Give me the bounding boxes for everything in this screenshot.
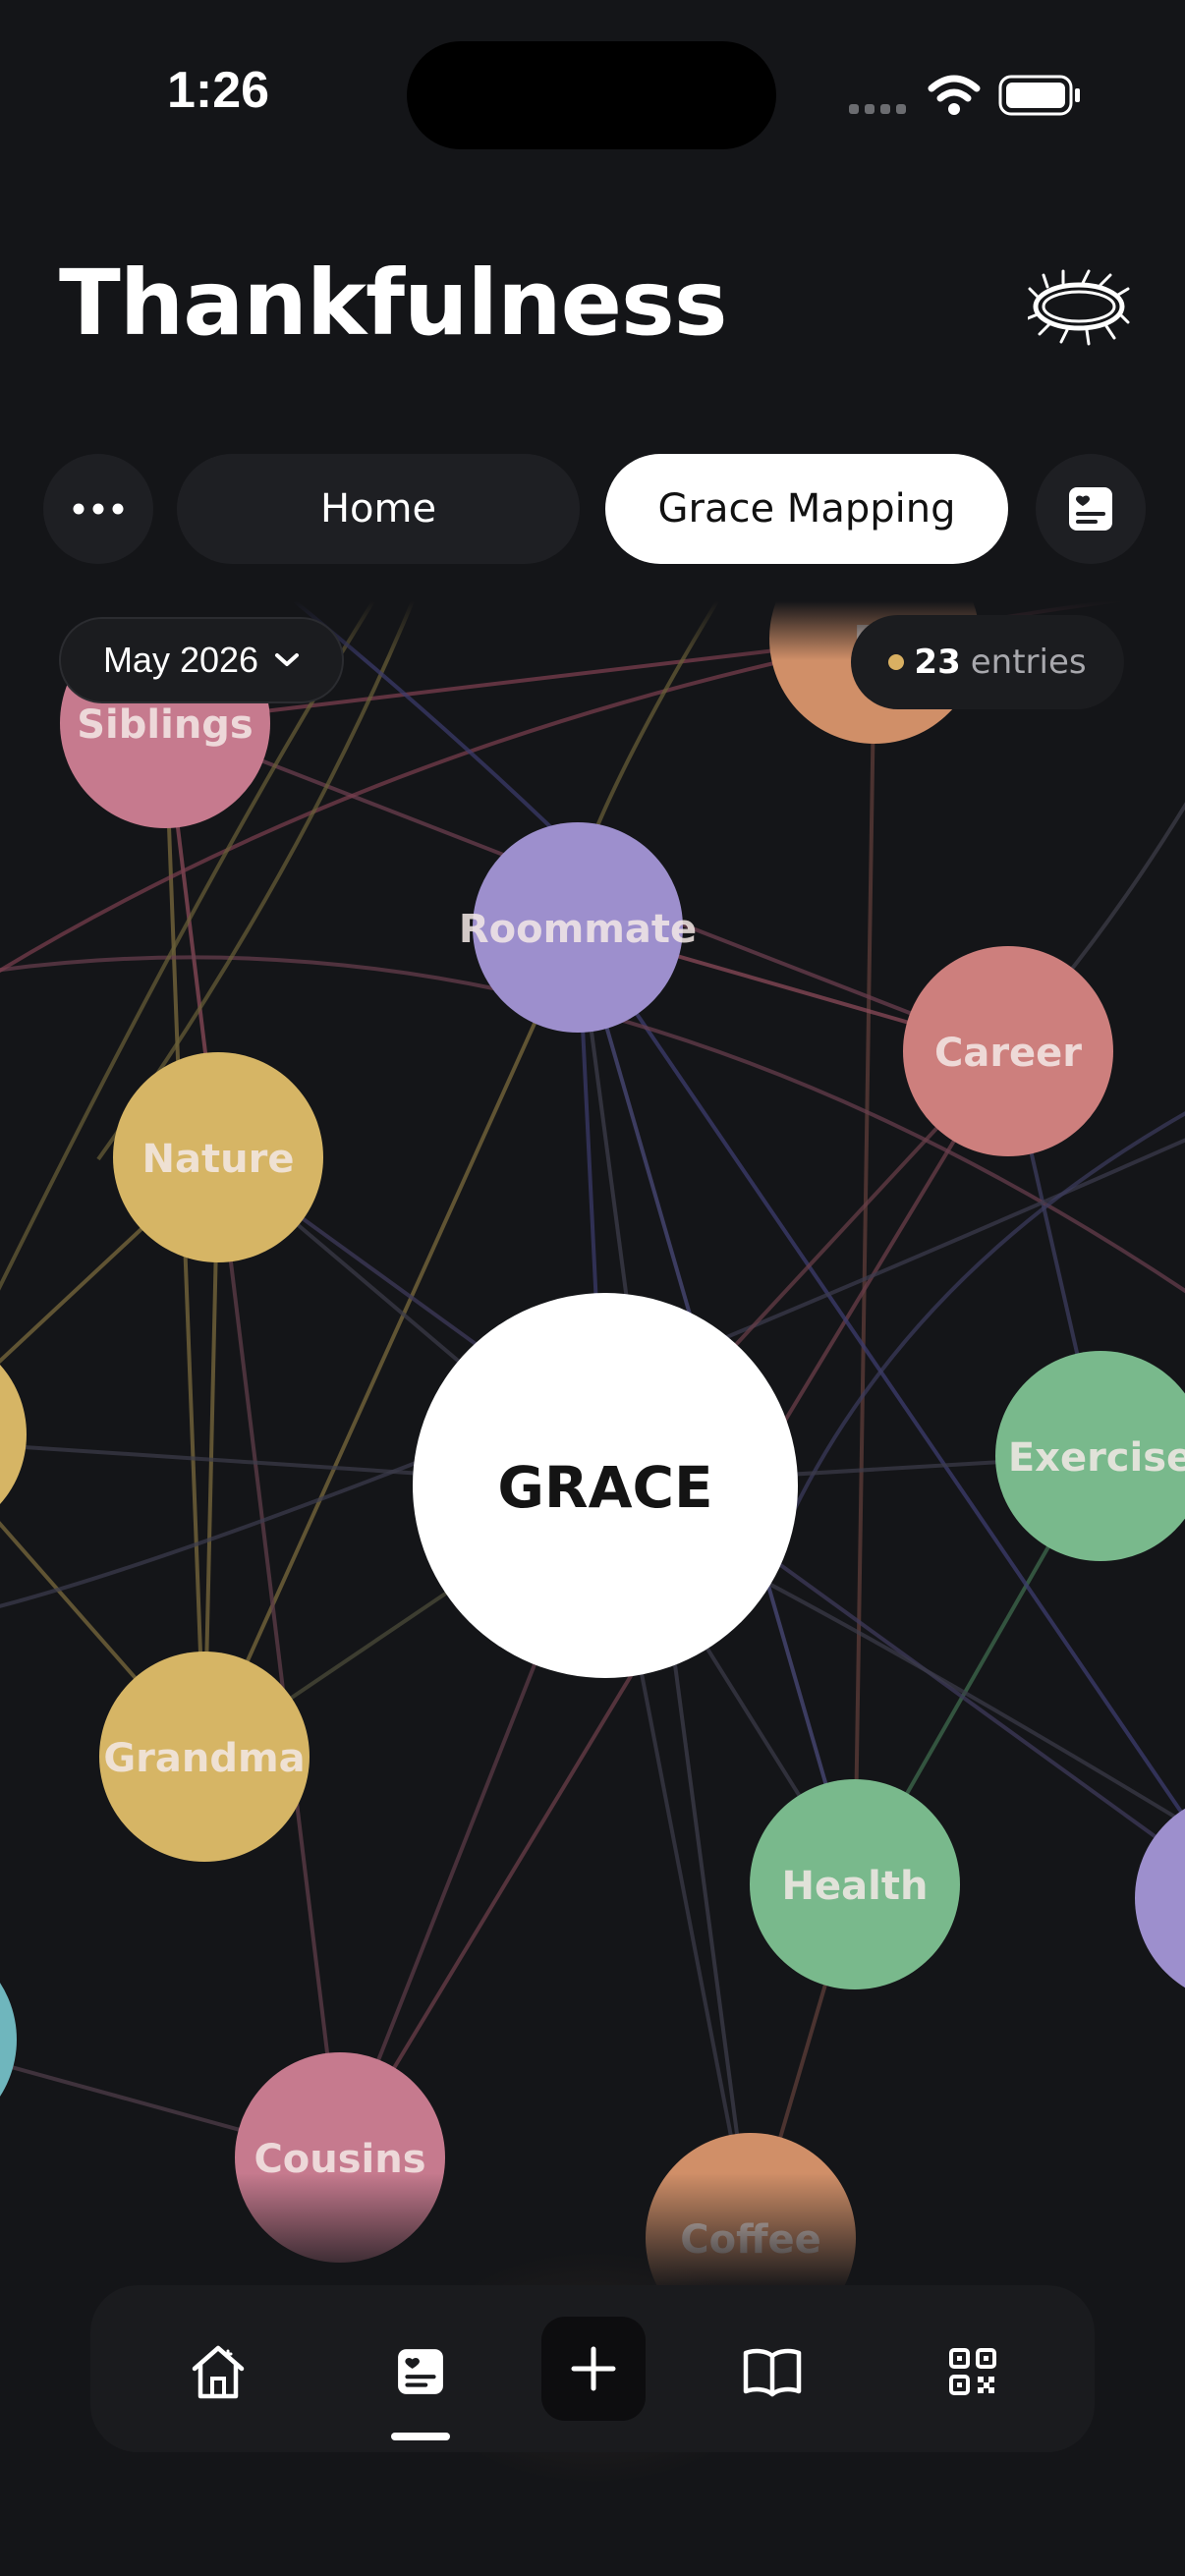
wifi-icon — [928, 75, 981, 115]
node-circle — [0, 1983, 17, 2097]
node-circle — [0, 1364, 27, 1505]
entries-badge: 23 entries — [851, 615, 1124, 709]
tab-grace-mapping[interactable]: Grace Mapping — [605, 454, 1008, 564]
page-title: Thankfulness — [59, 251, 727, 356]
dynamic-island — [407, 41, 776, 149]
connection-line — [853, 638, 876, 1885]
node-roommate[interactable]: Roommate — [459, 822, 697, 1033]
connection-line — [1059, 802, 1185, 984]
tab-home[interactable]: Home — [177, 454, 580, 564]
chevron-down-icon — [275, 653, 300, 666]
entries-count: 23 — [914, 643, 961, 682]
nav-home[interactable] — [169, 2323, 267, 2421]
node-label: Exercise — [1008, 1435, 1185, 1481]
node-label: Nature — [142, 1137, 295, 1182]
crown-of-thorns-icon[interactable] — [1028, 267, 1130, 346]
node-label: Health — [782, 1864, 929, 1909]
entries-label: entries — [970, 643, 1087, 682]
node-grandma[interactable]: Grandma — [99, 1652, 310, 1862]
status-time: 1:26 — [167, 62, 270, 119]
book-icon — [743, 2348, 802, 2397]
node-label: Grandma — [103, 1736, 305, 1781]
nav-journal[interactable] — [371, 2323, 470, 2421]
entries-dot — [888, 654, 905, 670]
center-node[interactable]: GRACE — [413, 1293, 798, 1678]
node-partial-11[interactable] — [1135, 1793, 1185, 2003]
node-career[interactable]: Career — [903, 946, 1113, 1156]
more-options-button[interactable] — [43, 454, 153, 564]
nav-bible[interactable] — [723, 2323, 821, 2421]
journal-icon — [398, 2349, 443, 2394]
home-icon — [192, 2345, 245, 2399]
node-nature[interactable]: Nature — [113, 1052, 323, 1262]
month-selector[interactable]: May 2026 — [59, 617, 344, 703]
journal-view-button[interactable] — [1036, 454, 1146, 564]
center-node-label: GRACE — [497, 1454, 712, 1521]
active-tab-indicator — [391, 2433, 450, 2440]
qr-code-icon — [949, 2348, 996, 2395]
add-icon — [571, 2346, 616, 2391]
nav-qr-code[interactable] — [924, 2323, 1022, 2421]
grace-map-canvas: SiblingsPiRoommateCareerNatureExerciseGr… — [0, 601, 1185, 2291]
grace-map[interactable]: SiblingsPiRoommateCareerNatureExerciseGr… — [0, 601, 1185, 2291]
node-label: Career — [934, 1031, 1082, 1076]
nav-add-entry[interactable] — [541, 2317, 646, 2421]
node-partial-10[interactable] — [0, 1329, 27, 1540]
node-circle — [1135, 1808, 1185, 1988]
node-health[interactable]: Health — [750, 1779, 960, 1989]
signal-icon — [849, 104, 906, 114]
month-label: May 2026 — [102, 640, 259, 680]
status-bar: 1:26 — [0, 0, 1185, 187]
more-dots-icon — [73, 503, 124, 515]
journal-heart-icon — [1069, 487, 1112, 531]
node-label: Roommate — [459, 907, 697, 952]
node-label: Siblings — [77, 702, 254, 748]
node-exercise[interactable]: Exercise — [995, 1351, 1185, 1561]
battery-icon — [998, 75, 1080, 116]
node-partial-12[interactable] — [0, 1934, 17, 2145]
